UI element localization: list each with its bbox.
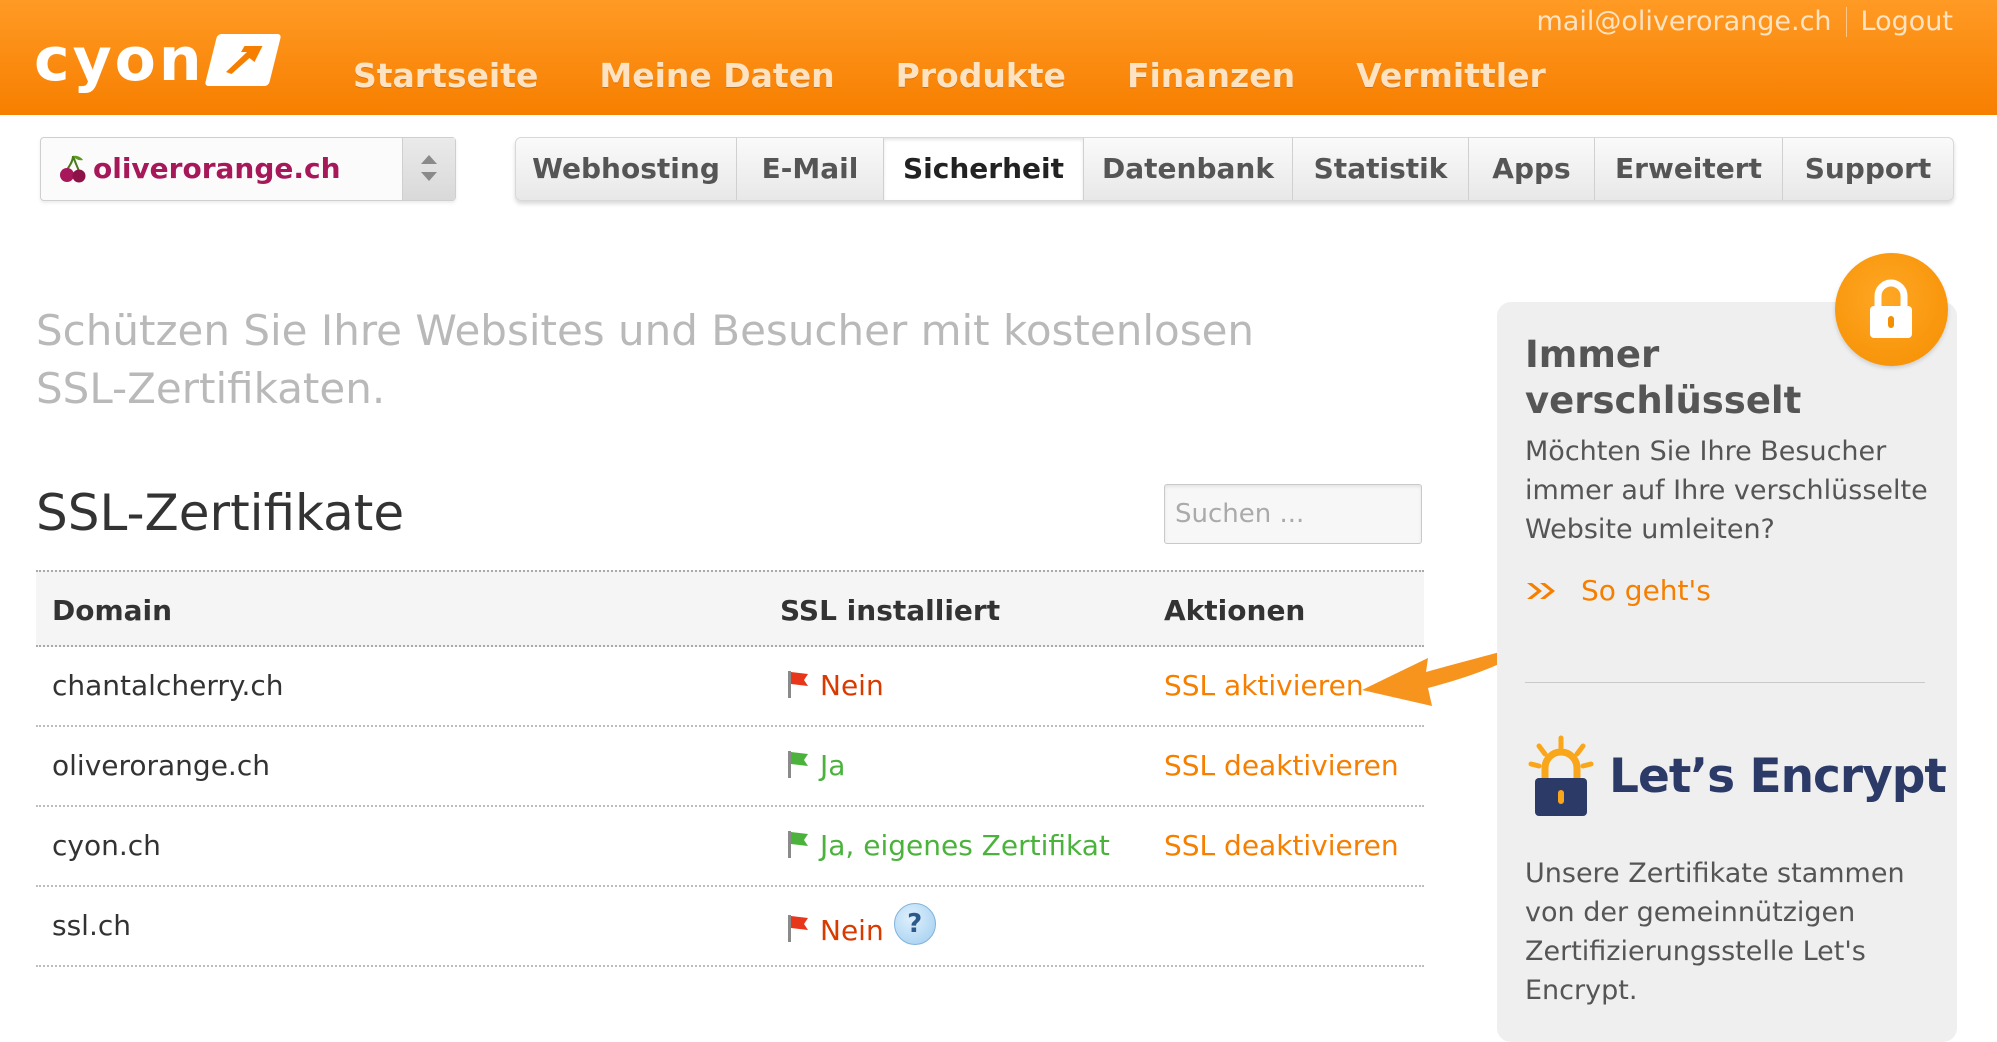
cyon-logo[interactable]: cyon	[34, 25, 282, 95]
table-row: oliverorange.ch Ja SSL deaktivieren	[36, 727, 1424, 807]
logo-mark-icon	[204, 34, 282, 86]
table-row: cyon.ch Ja, eigenes Zertifikat SSL deakt…	[36, 807, 1424, 887]
sidebar-text-2: Unsere Zertifikate stammen von der gemei…	[1525, 858, 1905, 1006]
ssl-deactivate-link[interactable]: SSL deaktivieren	[1164, 829, 1399, 862]
lets-encrypt-logo: Let’s Encrypt	[1525, 734, 1947, 818]
ssl-status-text: Ja, eigenes Zertifikat	[820, 829, 1110, 862]
section-tabs: Webhosting E-Mail Sicherheit Datenbank S…	[515, 137, 1954, 201]
lock-icon	[1870, 279, 1912, 338]
green-flag-icon	[788, 750, 808, 778]
tab-email[interactable]: E-Mail	[736, 138, 883, 200]
so-gehts-link[interactable]: So geht's	[1525, 574, 1711, 607]
tab-datenbank[interactable]: Datenbank	[1083, 138, 1292, 200]
so-gehts-label: So geht's	[1581, 574, 1711, 607]
ssl-activate-link[interactable]: SSL aktivieren	[1164, 669, 1364, 702]
user-email-link[interactable]: mail@oliverorange.ch	[1537, 6, 1832, 37]
ssl-status-text: Ja	[820, 749, 846, 782]
domain-select[interactable]: oliverorange.ch	[40, 137, 456, 201]
lets-encrypt-text: Let’s Encrypt	[1609, 748, 1947, 804]
ssl-table: Domain SSL installiert Aktionen chantalc…	[36, 570, 1424, 967]
sidebar-title: Immer verschlüsselt	[1525, 333, 1802, 422]
row-ssl-status: Nein	[780, 669, 884, 702]
cherry-icon	[59, 154, 87, 188]
nav-vermittler[interactable]: Vermittler	[1356, 56, 1546, 95]
lets-encrypt-lock-icon	[1528, 735, 1594, 816]
row-domain: chantalcherry.ch	[52, 669, 284, 702]
ssl-status-text: Nein	[820, 913, 884, 947]
row-ssl-status: Ja	[780, 749, 845, 782]
sidebar-divider	[1525, 682, 1925, 683]
sidebar-text: Möchten Sie Ihre Besucher immer auf Ihre…	[1525, 436, 1928, 545]
nav-produkte[interactable]: Produkte	[896, 56, 1066, 95]
row-domain: cyon.ch	[52, 829, 161, 862]
header-domain: Domain	[52, 594, 173, 627]
table-header: Domain SSL installiert Aktionen	[36, 570, 1424, 647]
page-title: SSL-Zertifikate	[36, 484, 405, 542]
row-ssl-status: Nein ?	[780, 903, 936, 951]
nav-finanzen[interactable]: Finanzen	[1127, 56, 1295, 95]
tab-statistik[interactable]: Statistik	[1292, 138, 1468, 200]
tab-support[interactable]: Support	[1782, 138, 1953, 200]
green-flag-icon	[788, 830, 808, 858]
double-chevron-icon	[1527, 582, 1555, 599]
intro-text: Schützen Sie Ihre Websites und Besucher …	[36, 306, 1255, 413]
main-nav: Startseite Meine Daten Produkte Finanzen…	[353, 56, 1607, 95]
logo-text: cyon	[34, 25, 205, 95]
header-ssl-installed: SSL installiert	[780, 594, 1001, 627]
row-ssl-status: Ja, eigenes Zertifikat	[780, 829, 1110, 862]
tab-sicherheit[interactable]: Sicherheit	[883, 138, 1083, 200]
red-flag-icon	[788, 915, 808, 942]
nav-startseite[interactable]: Startseite	[353, 56, 538, 95]
table-row: chantalcherry.ch Nein SSL aktivieren	[36, 647, 1424, 727]
tab-webhosting[interactable]: Webhosting	[516, 138, 736, 200]
row-domain: oliverorange.ch	[52, 749, 270, 782]
domain-select-value: oliverorange.ch	[93, 152, 341, 185]
logout-link[interactable]: Logout	[1861, 6, 1953, 37]
question-icon[interactable]: ?	[893, 903, 936, 945]
tab-erweitert[interactable]: Erweitert	[1594, 138, 1782, 200]
header-actions: Aktionen	[1164, 594, 1306, 627]
select-arrows-icon	[402, 138, 455, 200]
ssl-status-text: Nein	[820, 669, 884, 702]
lock-badge	[1835, 253, 1948, 366]
user-links-divider	[1845, 6, 1847, 37]
sidebar-panel: Immer verschlüsselt Möchten Sie Ihre Bes…	[1497, 302, 1957, 1042]
ssl-deactivate-link[interactable]: SSL deaktivieren	[1164, 749, 1399, 782]
search-input[interactable]	[1164, 484, 1422, 544]
red-flag-icon	[788, 670, 808, 698]
row-domain: ssl.ch	[52, 909, 131, 942]
nav-meine-daten[interactable]: Meine Daten	[599, 56, 834, 95]
top-bar: cyon Startseite Meine Daten Produkte Fin…	[0, 0, 1997, 115]
table-row: ssl.ch Nein ?	[36, 887, 1424, 967]
tab-apps[interactable]: Apps	[1468, 138, 1594, 200]
user-links: mail@oliverorange.ch Logout	[1537, 6, 1954, 37]
